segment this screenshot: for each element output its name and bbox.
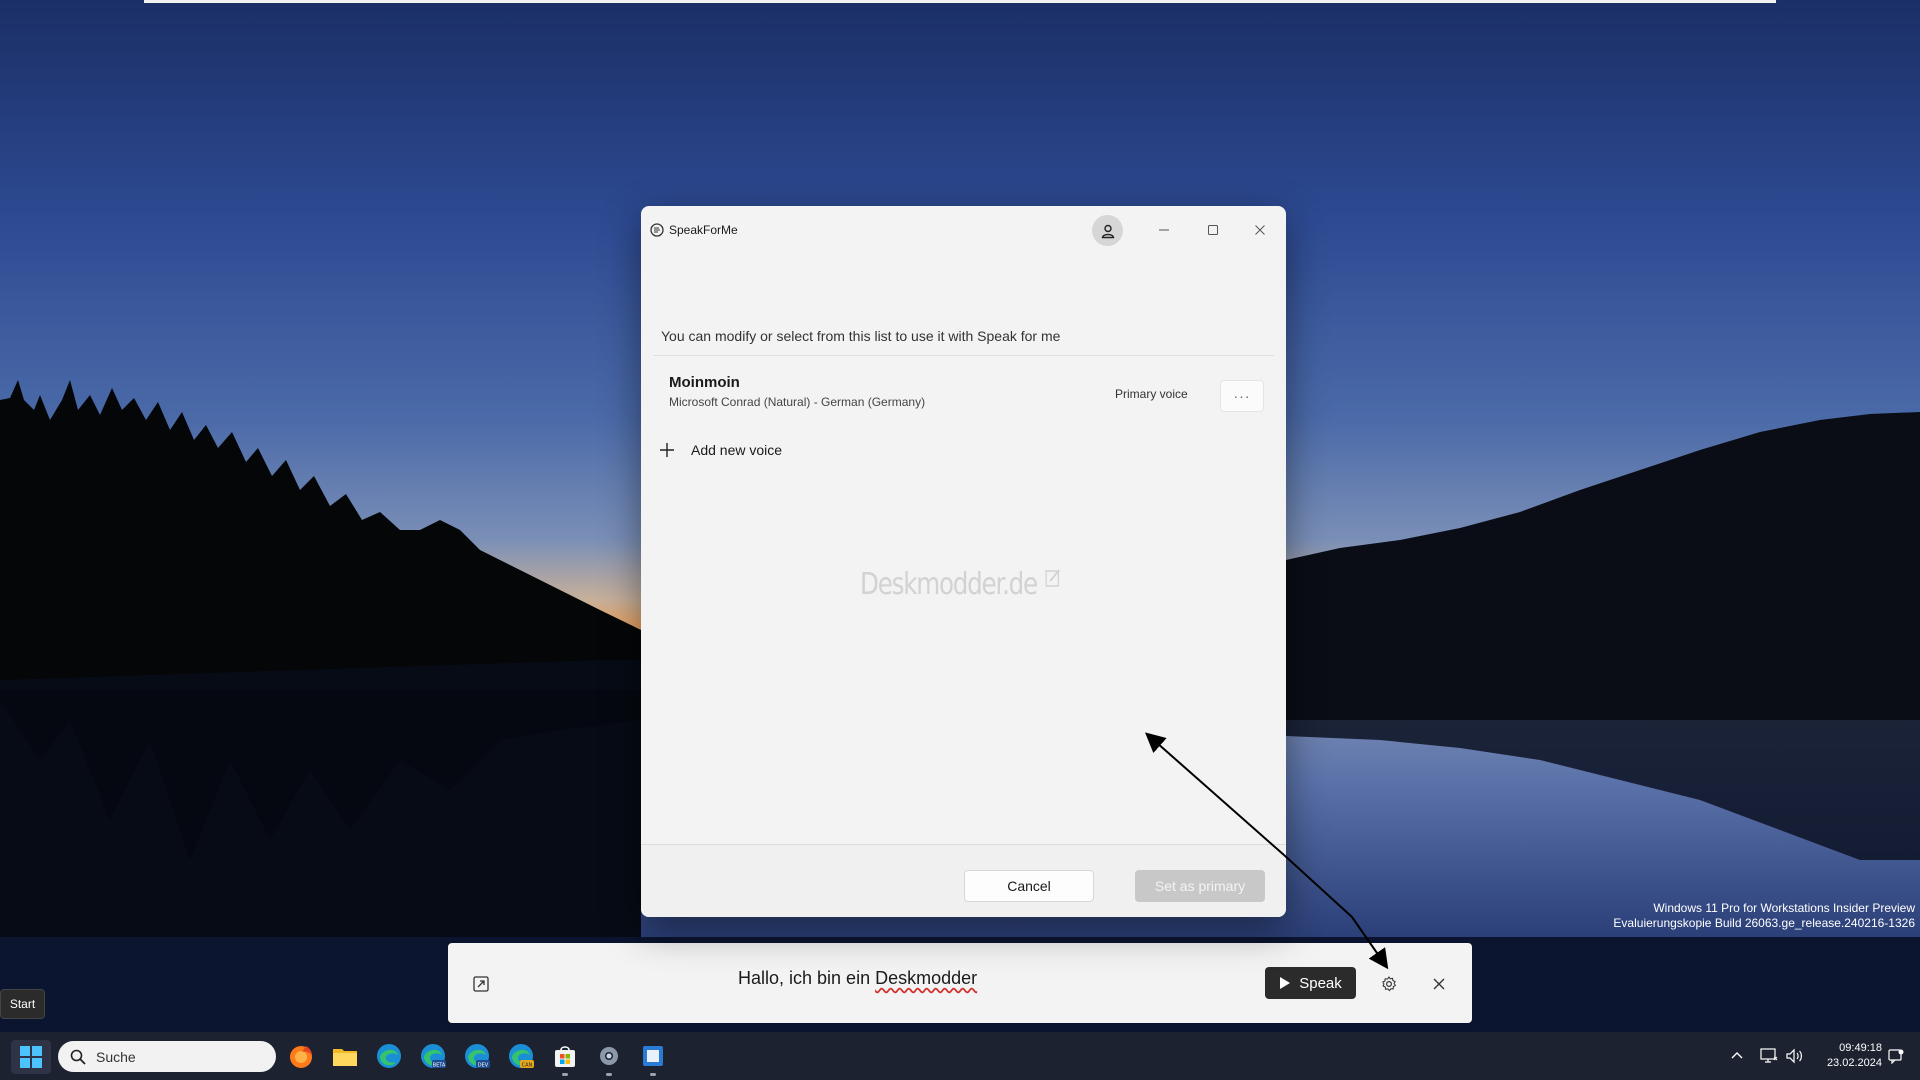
close-window-button[interactable]	[1248, 218, 1272, 242]
more-icon: ···	[1233, 388, 1251, 404]
close-bar-icon[interactable]	[1428, 973, 1450, 995]
more-options-button[interactable]: ···	[1220, 380, 1264, 412]
taskbar-clock[interactable]: 09:49:18 23.02.2024	[1812, 1041, 1882, 1071]
notepad-icon[interactable]	[638, 1041, 668, 1071]
edge-beta-icon[interactable]: BETA	[418, 1041, 448, 1071]
show-hidden-icons-button[interactable]	[1730, 1042, 1744, 1070]
running-indicator	[562, 1073, 568, 1076]
clock-date: 23.02.2024	[1826, 1057, 1882, 1069]
start-tooltip-label: Start	[9, 997, 36, 1011]
intro-text: You can modify or select from this list …	[661, 328, 1061, 344]
site-watermark: Deskmodder.de	[860, 567, 1062, 602]
phrase-input[interactable]: Hallo, ich bin ein Deskmodder	[738, 968, 977, 989]
plus-icon	[660, 443, 674, 457]
account-button[interactable]	[1092, 215, 1123, 246]
settings-icon[interactable]	[594, 1041, 624, 1071]
start-tooltip: Start	[0, 989, 45, 1019]
site-watermark-text: Deskmodder.de	[860, 567, 1038, 602]
expand-window-icon[interactable]	[470, 973, 492, 995]
windows-edition-watermark: Windows 11 Pro for Workstations Insider …	[1613, 901, 1915, 931]
search-placeholder: Suche	[96, 1048, 136, 1065]
start-button[interactable]	[11, 1040, 51, 1074]
speak-button[interactable]: Speak	[1265, 967, 1356, 999]
close-icon	[1255, 225, 1265, 235]
notifications-icon[interactable]	[1888, 1042, 1904, 1070]
firefox-icon[interactable]	[286, 1041, 316, 1071]
voice-list-item[interactable]: Moinmoin Microsoft Conrad (Natural) - Ge…	[653, 363, 1274, 423]
edit-icon	[1045, 569, 1060, 587]
title-bar[interactable]: SpeakForMe	[641, 206, 1286, 254]
maximize-button[interactable]	[1201, 218, 1225, 242]
taskbar-search-box[interactable]: Suche	[58, 1041, 276, 1072]
svg-text:CAN: CAN	[522, 1063, 533, 1069]
minimize-button[interactable]	[1152, 218, 1176, 242]
voice-name: Moinmoin	[669, 374, 740, 391]
windows-logo-icon	[20, 1046, 42, 1068]
chevron-up-icon	[1731, 1052, 1743, 1059]
set-as-primary-label: Set as primary	[1154, 878, 1246, 894]
edition-line-1: Windows 11 Pro for Workstations Insider …	[1653, 901, 1915, 915]
volume-icon[interactable]	[1786, 1042, 1804, 1070]
store-icon[interactable]	[550, 1041, 580, 1071]
edition-line-2: Evaluierungskopie Build 26063.ge_release…	[1613, 916, 1915, 930]
cancel-button[interactable]: Cancel	[964, 870, 1094, 902]
primary-voice-badge: Primary voice	[1115, 387, 1188, 401]
speak-button-label: Speak	[1299, 974, 1342, 992]
taskbar: Suche BETA DEV CAN 09:49:18 23.02.2024	[0, 1032, 1920, 1080]
dialog-footer: Cancel Set as primary	[641, 845, 1286, 917]
file-explorer-icon[interactable]	[330, 1041, 360, 1071]
minimize-icon	[1159, 229, 1169, 231]
window-title: SpeakForMe	[669, 223, 738, 237]
edge-canary-icon[interactable]: CAN	[506, 1041, 536, 1071]
divider	[653, 355, 1274, 356]
voice-description: Microsoft Conrad (Natural) - German (Ger…	[669, 395, 926, 409]
running-indicator	[606, 1073, 612, 1076]
speak-for-me-bar: Hallo, ich bin ein Deskmodder Speak	[448, 943, 1472, 1023]
maximize-icon	[1208, 225, 1218, 235]
svg-text:BETA: BETA	[433, 1063, 446, 1069]
add-new-voice-label: Add new voice	[691, 442, 783, 458]
person-icon	[1101, 224, 1114, 238]
edge-icon[interactable]	[374, 1041, 404, 1071]
svg-text:DEV: DEV	[478, 1063, 489, 1069]
network-icon[interactable]	[1760, 1042, 1778, 1070]
edge-dev-icon[interactable]: DEV	[462, 1041, 492, 1071]
misspelled-word: Deskmodder	[875, 968, 978, 988]
clock-time: 09:49:18	[1839, 1042, 1882, 1054]
add-new-voice-button[interactable]: Add new voice	[659, 435, 782, 465]
search-icon	[70, 1049, 86, 1065]
window-top-edge	[144, 0, 1776, 3]
set-as-primary-button[interactable]: Set as primary	[1135, 870, 1265, 902]
phrase-text: Hallo, ich bin ein	[738, 968, 876, 988]
cancel-button-label: Cancel	[1007, 878, 1051, 894]
play-icon	[1280, 977, 1291, 989]
settings-gear-icon[interactable]	[1378, 973, 1400, 995]
app-icon	[650, 223, 664, 237]
running-indicator	[650, 1073, 656, 1076]
speakforme-window: SpeakForMe You can modify or select from…	[641, 206, 1286, 917]
